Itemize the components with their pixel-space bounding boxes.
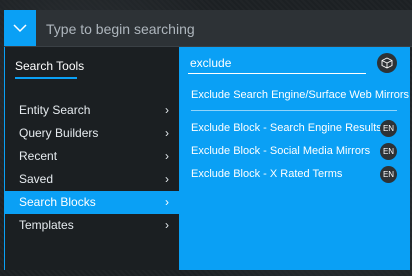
chevron-right-icon: › [165, 149, 169, 163]
menu-item-entity-search[interactable]: Entity Search › [5, 99, 179, 122]
result-item[interactable]: Exclude Block - X Rated Terms EN [191, 163, 401, 186]
menu-item-label: Entity Search [19, 103, 91, 117]
heading-underline [15, 77, 77, 79]
menu-item-label: Saved [19, 172, 54, 186]
chevron-down-icon [13, 24, 27, 33]
featured-block-link[interactable]: Exclude Search Engine/Surface Web Mirror… [191, 89, 409, 101]
menu-item-label: Recent [19, 149, 58, 163]
result-item[interactable]: Exclude Block - Search Engine Results EN [191, 117, 401, 140]
divider [191, 110, 397, 111]
menu-item-search-blocks[interactable]: Search Blocks › [5, 191, 179, 214]
search-input[interactable] [44, 10, 408, 48]
result-label: Exclude Block - Search Engine Results [191, 122, 382, 134]
result-item[interactable]: Exclude Block - Social Media Mirrors EN [191, 140, 401, 163]
chevron-right-icon: › [165, 172, 169, 186]
language-badge: EN [380, 120, 397, 137]
menu-item-label: Query Builders [19, 126, 99, 140]
menu-item-templates[interactable]: Templates › [5, 214, 179, 237]
chevron-right-icon: › [165, 218, 169, 232]
search-tools-heading: Search Tools [15, 59, 85, 73]
chevron-right-icon: › [165, 103, 169, 117]
menu-item-saved[interactable]: Saved › [5, 168, 179, 191]
search-tools-menu: Search Tools Entity Search › Query Build… [4, 47, 179, 270]
search-bar [4, 10, 412, 48]
search-tools-dropdown: Search Tools Entity Search › Query Build… [4, 47, 410, 270]
results-list: Exclude Block - Search Engine Results EN… [191, 117, 401, 186]
language-badge: EN [380, 166, 397, 183]
cube-button[interactable] [377, 53, 397, 73]
menu-item-label: Templates [19, 218, 74, 232]
language-badge: EN [380, 143, 397, 160]
search-tools-toggle-button[interactable] [4, 10, 36, 46]
search-blocks-filter-input[interactable] [188, 53, 366, 74]
chevron-right-icon: › [165, 126, 169, 140]
cube-icon [381, 57, 393, 69]
search-blocks-panel: Exclude Search Engine/Surface Web Mirror… [179, 47, 410, 270]
menu-list: Entity Search › Query Builders › Recent … [5, 99, 179, 237]
menu-item-label: Search Blocks [19, 195, 96, 209]
menu-item-recent[interactable]: Recent › [5, 145, 179, 168]
menu-item-query-builders[interactable]: Query Builders › [5, 122, 179, 145]
chevron-right-icon: › [165, 195, 169, 209]
result-label: Exclude Block - Social Media Mirrors [191, 145, 371, 157]
result-label: Exclude Block - X Rated Terms [191, 168, 343, 180]
